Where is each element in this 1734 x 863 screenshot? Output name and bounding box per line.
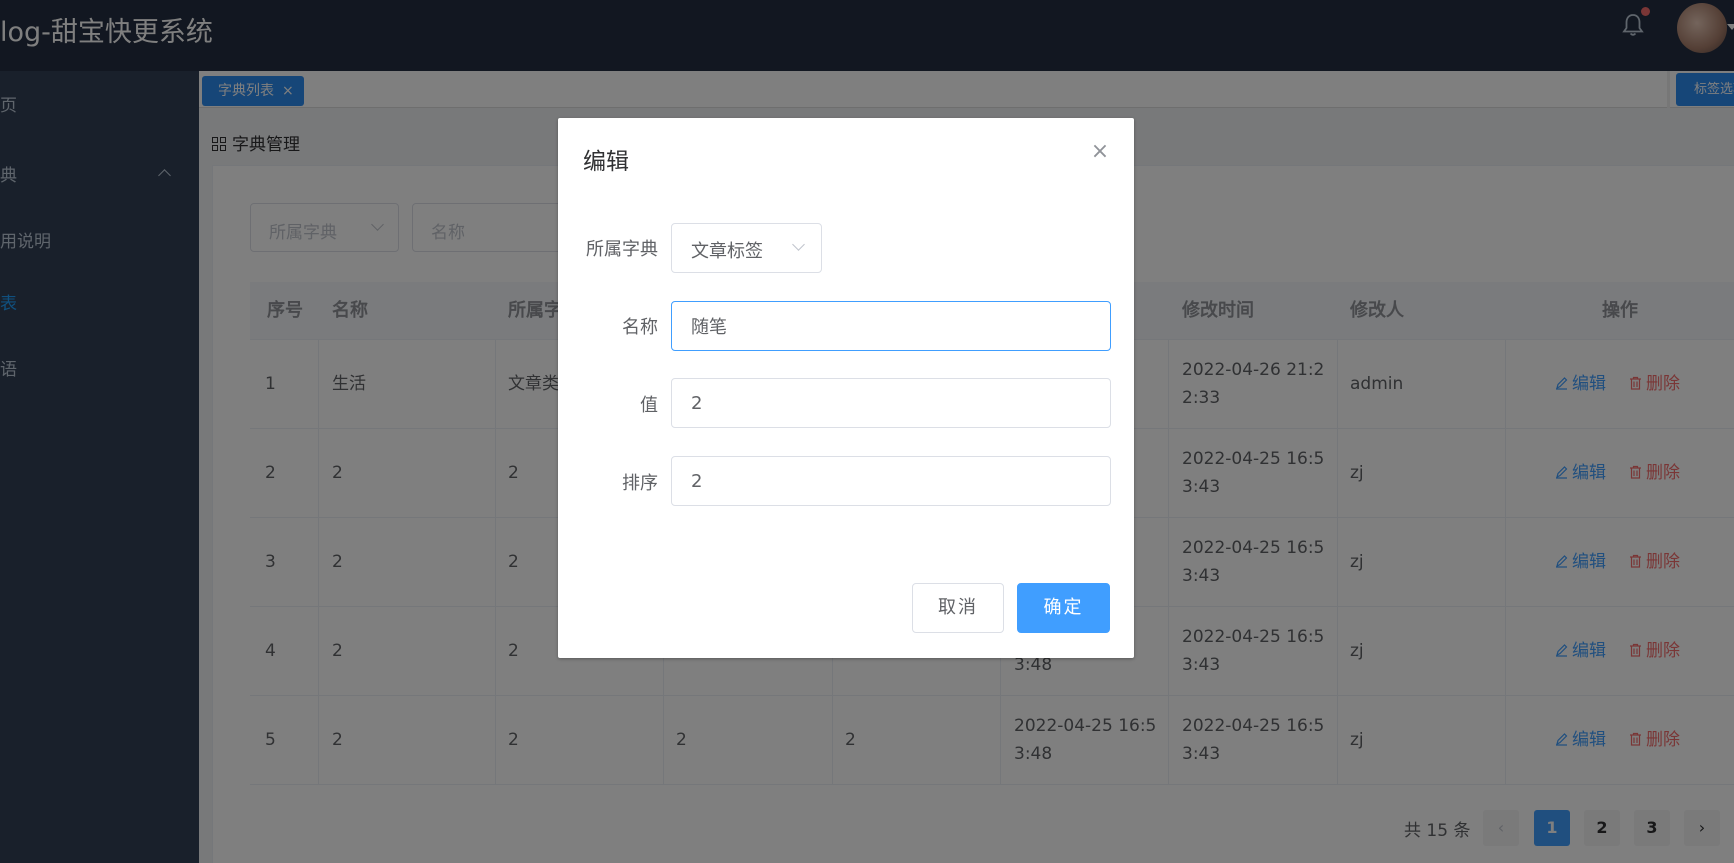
dict-field-value: 文章标签: [691, 241, 763, 262]
confirm-button[interactable]: 确定: [1017, 583, 1110, 633]
cancel-button[interactable]: 取消: [912, 583, 1004, 633]
value-field-label: 值: [640, 395, 658, 416]
sort-field[interactable]: [671, 456, 1111, 506]
edit-dialog: 编辑 × 所属字典 文章标签 名称 值 排序 取消 确定: [558, 118, 1134, 658]
name-field-label: 名称: [622, 317, 658, 338]
value-field[interactable]: [671, 378, 1111, 428]
dialog-title: 编辑: [583, 149, 629, 175]
name-field[interactable]: [671, 301, 1111, 351]
chevron-down-icon: [792, 238, 805, 251]
sort-field-label: 排序: [622, 473, 658, 494]
dict-field-label: 所属字典: [586, 239, 658, 260]
dict-field-select[interactable]: 文章标签: [671, 223, 822, 273]
close-icon[interactable]: ×: [1090, 141, 1110, 163]
